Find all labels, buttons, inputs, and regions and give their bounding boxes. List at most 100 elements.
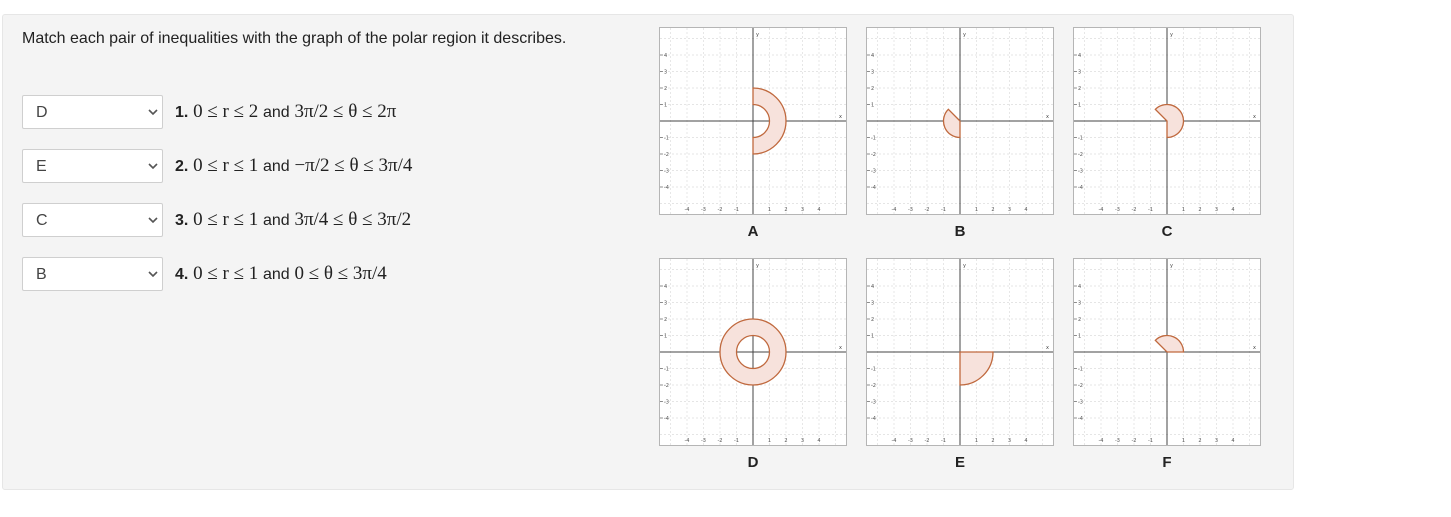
y-tick-label: -1	[664, 367, 669, 373]
y-tick-label: 3	[871, 70, 874, 76]
x-tick-label: -2	[718, 207, 723, 213]
chevron-down-icon	[148, 109, 158, 116]
inequality-statement-4: 4. 0 ≤ r ≤ 1 and 0 ≤ θ ≤ 3π/4	[175, 263, 387, 285]
conjunction-text: and	[263, 266, 290, 283]
radius-inequality: 0 ≤ r ≤ 1	[193, 263, 259, 284]
x-tick-label: 1	[975, 207, 978, 213]
answer-select-3[interactable]: C	[22, 203, 163, 237]
x-tick-label: -3	[1115, 438, 1120, 444]
graph-label: D	[747, 454, 759, 471]
y-tick-label: 1	[664, 334, 667, 340]
x-axis-name: x	[1253, 114, 1256, 120]
graph-plot: x y -4 -3 -2 -1 1 2 3 4 4 3 2 1 -1 -2 -3 -4	[866, 27, 1054, 215]
y-tick-label: -3	[664, 400, 669, 406]
y-axis-name: y	[756, 32, 759, 38]
polar-graph-f: x y -4 -3 -2 -1 1 2 3 4 4 3 2 1 -1 -2 -3 -4 F	[1073, 258, 1261, 472]
graph-label: F	[1162, 454, 1172, 471]
answer-select-1[interactable]: D	[22, 95, 163, 129]
x-tick-label: 3	[1008, 207, 1011, 213]
x-tick-label: -4	[685, 438, 690, 444]
statement-number: 4.	[175, 266, 189, 283]
graph-label: B	[954, 223, 966, 240]
y-tick-label: -4	[664, 185, 669, 191]
x-tick-label: 3	[801, 207, 804, 213]
x-tick-label: 1	[1182, 207, 1185, 213]
y-tick-label: 3	[871, 301, 874, 307]
y-tick-label: -4	[871, 416, 876, 422]
graph-plot: x y -4 -3 -2 -1 1 2 3 4 4 3 2 1 -1 -2 -3 -4	[659, 27, 847, 215]
y-tick-label: -4	[1078, 185, 1083, 191]
y-tick-label: -2	[871, 152, 876, 158]
y-tick-label: -1	[1078, 136, 1083, 142]
x-tick-label: -1	[734, 207, 739, 213]
x-tick-label: -3	[908, 207, 913, 213]
x-tick-label: -3	[701, 207, 706, 213]
y-tick-label: -1	[871, 367, 876, 373]
x-tick-label: 2	[991, 207, 994, 213]
y-tick-label: 1	[871, 103, 874, 109]
answer-select-4[interactable]: B	[22, 257, 163, 291]
y-tick-label: 1	[1078, 103, 1081, 109]
x-tick-label: -2	[925, 438, 930, 444]
x-tick-label: 4	[1024, 438, 1027, 444]
x-tick-label: 2	[991, 438, 994, 444]
y-tick-label: -3	[1078, 169, 1083, 175]
x-tick-label: 3	[1215, 438, 1218, 444]
x-tick-label: -1	[941, 438, 946, 444]
chevron-down-icon	[148, 271, 158, 278]
y-tick-label: 1	[664, 103, 667, 109]
x-tick-label: 3	[1215, 207, 1218, 213]
y-tick-label: -2	[871, 383, 876, 389]
y-tick-label: -3	[1078, 400, 1083, 406]
answer-select-value: D	[36, 104, 48, 121]
statement-number: 1.	[175, 104, 189, 121]
y-tick-label: -4	[871, 185, 876, 191]
y-tick-label: 1	[871, 334, 874, 340]
y-tick-label: 3	[664, 301, 667, 307]
y-tick-label: 3	[1078, 70, 1081, 76]
x-axis-name: x	[1046, 345, 1049, 351]
x-tick-label: -2	[718, 438, 723, 444]
x-tick-label: -1	[1148, 438, 1153, 444]
y-tick-label: -1	[664, 136, 669, 142]
y-tick-label: -2	[1078, 383, 1083, 389]
x-tick-label: -1	[734, 438, 739, 444]
x-tick-label: -4	[892, 207, 897, 213]
radius-inequality: 0 ≤ r ≤ 2	[193, 101, 259, 122]
y-tick-label: -1	[871, 136, 876, 142]
y-tick-label: 4	[1078, 284, 1081, 290]
y-axis-name: y	[963, 263, 966, 269]
x-axis-name: x	[839, 114, 842, 120]
answer-select-2[interactable]: E	[22, 149, 163, 183]
y-axis-name: y	[1170, 263, 1173, 269]
x-axis-name: x	[1253, 345, 1256, 351]
answer-select-value: B	[36, 266, 47, 283]
polar-graph-e: x y -4 -3 -2 -1 1 2 3 4 4 3 2 1 -1 -2 -3 -4 E	[866, 258, 1054, 472]
x-tick-label: -2	[1132, 438, 1137, 444]
y-tick-label: 2	[871, 86, 874, 92]
x-tick-label: -3	[1115, 207, 1120, 213]
y-axis-name: y	[756, 263, 759, 269]
x-tick-label: -4	[892, 438, 897, 444]
x-tick-label: 1	[975, 438, 978, 444]
y-tick-label: 4	[664, 284, 667, 290]
x-tick-label: 4	[817, 438, 820, 444]
x-tick-label: -3	[701, 438, 706, 444]
y-tick-label: 4	[1078, 53, 1081, 59]
chevron-down-icon	[148, 163, 158, 170]
graph-plot: x y -4 -3 -2 -1 1 2 3 4 4 3 2 1 -1 -2 -3 -4	[659, 258, 847, 446]
y-axis-name: y	[1170, 32, 1173, 38]
inequality-statement-3: 3. 0 ≤ r ≤ 1 and 3π/4 ≤ θ ≤ 3π/2	[175, 209, 411, 231]
graph-label: C	[1161, 223, 1173, 240]
y-axis-name: y	[963, 32, 966, 38]
statement-number: 3.	[175, 212, 189, 229]
y-tick-label: 2	[1078, 86, 1081, 92]
chevron-down-icon	[148, 217, 158, 224]
y-tick-label: 3	[1078, 301, 1081, 307]
x-tick-label: 4	[1231, 207, 1234, 213]
answer-select-value: E	[36, 158, 47, 175]
y-tick-label: 3	[664, 70, 667, 76]
radius-inequality: 0 ≤ r ≤ 1	[193, 209, 259, 230]
conjunction-text: and	[263, 158, 290, 175]
question-prompt: Match each pair of inequalities with the…	[22, 30, 567, 47]
